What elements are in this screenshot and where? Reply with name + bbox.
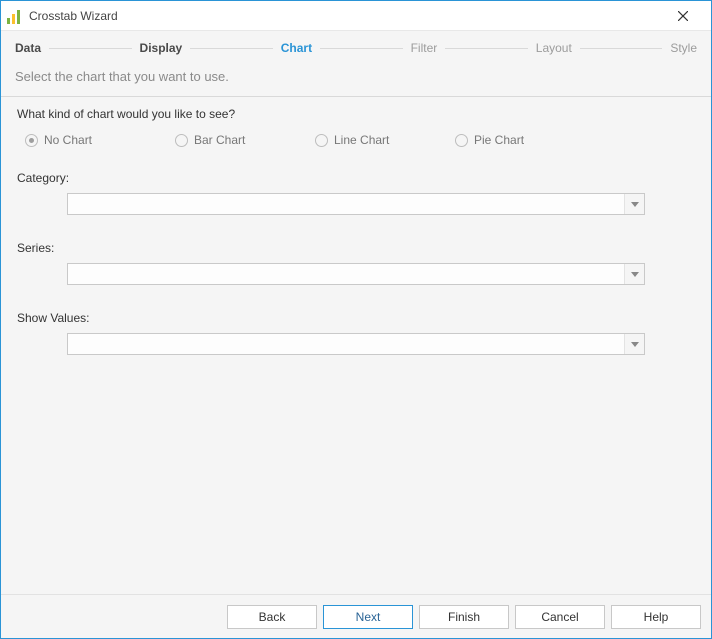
titlebar: Crosstab Wizard bbox=[1, 1, 711, 31]
next-button[interactable]: Next bbox=[323, 605, 413, 629]
chevron-down-icon bbox=[631, 272, 639, 277]
chart-type-radios: No Chart Bar Chart Line Chart Pie Chart bbox=[17, 133, 695, 147]
step-style[interactable]: Style bbox=[664, 41, 703, 55]
window-title: Crosstab Wizard bbox=[29, 9, 663, 23]
dropdown-button[interactable] bbox=[624, 194, 644, 214]
chart-question: What kind of chart would you like to see… bbox=[17, 107, 695, 121]
step-filter[interactable]: Filter bbox=[405, 41, 444, 55]
radio-label: Pie Chart bbox=[474, 133, 524, 147]
category-label: Category: bbox=[17, 171, 695, 185]
dropdown-button[interactable] bbox=[624, 264, 644, 284]
dropdown-button[interactable] bbox=[624, 334, 644, 354]
close-icon bbox=[678, 11, 688, 21]
radio-icon bbox=[455, 134, 468, 147]
radio-icon bbox=[315, 134, 328, 147]
radio-label: Line Chart bbox=[334, 133, 389, 147]
series-value bbox=[68, 264, 624, 284]
step-separator bbox=[49, 48, 132, 49]
step-subtitle: Select the chart that you want to use. bbox=[1, 65, 711, 96]
show-values-value bbox=[68, 334, 624, 354]
category-select[interactable] bbox=[67, 193, 645, 215]
radio-icon bbox=[175, 134, 188, 147]
series-select[interactable] bbox=[67, 263, 645, 285]
content-area: What kind of chart would you like to see… bbox=[1, 97, 711, 594]
step-chart[interactable]: Chart bbox=[275, 41, 318, 55]
radio-no-chart[interactable]: No Chart bbox=[25, 133, 175, 147]
finish-button[interactable]: Finish bbox=[419, 605, 509, 629]
app-icon bbox=[7, 8, 23, 24]
field-show-values: Show Values: bbox=[17, 311, 695, 355]
radio-pie-chart[interactable]: Pie Chart bbox=[455, 133, 575, 147]
show-values-select[interactable] bbox=[67, 333, 645, 355]
show-values-label: Show Values: bbox=[17, 311, 695, 325]
help-button[interactable]: Help bbox=[611, 605, 701, 629]
step-display[interactable]: Display bbox=[134, 41, 189, 55]
step-bar: Data Display Chart Filter Layout Style bbox=[1, 31, 711, 65]
series-label: Series: bbox=[17, 241, 695, 255]
category-value bbox=[68, 194, 624, 214]
close-button[interactable] bbox=[663, 2, 703, 30]
step-separator bbox=[580, 48, 663, 49]
field-series: Series: bbox=[17, 241, 695, 285]
step-separator bbox=[445, 48, 528, 49]
radio-line-chart[interactable]: Line Chart bbox=[315, 133, 455, 147]
cancel-button[interactable]: Cancel bbox=[515, 605, 605, 629]
step-data[interactable]: Data bbox=[9, 41, 47, 55]
radio-label: Bar Chart bbox=[194, 133, 245, 147]
chevron-down-icon bbox=[631, 202, 639, 207]
step-separator bbox=[190, 48, 273, 49]
step-layout[interactable]: Layout bbox=[530, 41, 578, 55]
back-button[interactable]: Back bbox=[227, 605, 317, 629]
field-category: Category: bbox=[17, 171, 695, 215]
radio-bar-chart[interactable]: Bar Chart bbox=[175, 133, 315, 147]
footer: Back Next Finish Cancel Help bbox=[1, 594, 711, 638]
radio-icon bbox=[25, 134, 38, 147]
step-separator bbox=[320, 48, 403, 49]
radio-label: No Chart bbox=[44, 133, 92, 147]
chevron-down-icon bbox=[631, 342, 639, 347]
wizard-window: Crosstab Wizard Data Display Chart Filte… bbox=[0, 0, 712, 639]
